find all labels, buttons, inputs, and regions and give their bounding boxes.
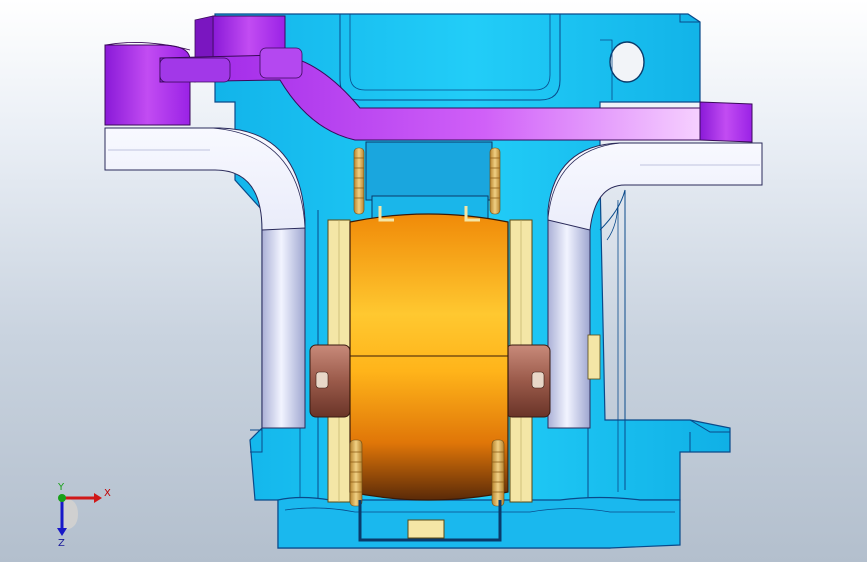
graphics-viewport[interactable]: X Y Z: [0, 0, 867, 562]
right-tube: [547, 142, 763, 429]
x-axis-arrowhead: [94, 493, 102, 503]
z-axis-label: Z: [58, 538, 65, 549]
left-tube: [104, 127, 306, 429]
orientation-triad[interactable]: X Y Z: [40, 480, 120, 550]
triad-shadow: [62, 498, 78, 530]
model-view[interactable]: [0, 0, 867, 562]
center-block: [365, 141, 493, 221]
y-axis-dot: [58, 494, 66, 502]
rotor: [349, 213, 509, 501]
y-axis-label: Y: [57, 482, 65, 493]
x-axis-label: X: [104, 488, 111, 499]
z-axis-arrowhead: [57, 528, 67, 536]
